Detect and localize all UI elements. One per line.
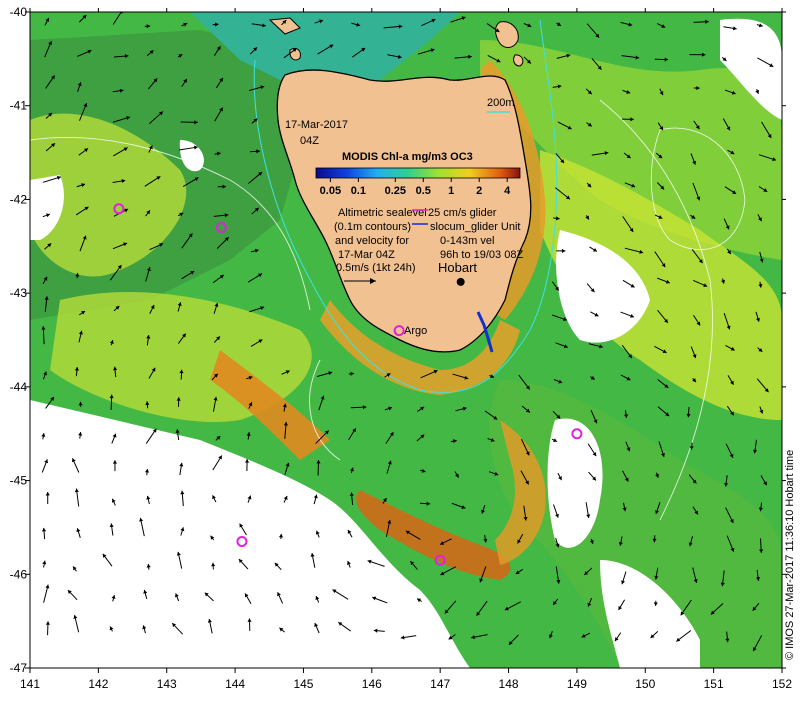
scale-label: 0.5m/s (1kt 24h) [336,262,415,274]
y-tick-label: -40 [10,5,28,19]
y-tick-label: -47 [10,661,28,675]
map-date: 17-Mar-2017 [285,119,348,131]
colorbar-tick-label: 2 [476,185,482,197]
colorbar-tick-label: 0.1 [351,185,366,197]
isobath-label: 200m [487,97,515,109]
x-tick-label: 143 [157,677,177,691]
legend-line: 17-Mar 04Z [338,249,395,261]
hobart-label: Hobart [438,260,477,275]
y-tick-label: -43 [10,286,28,300]
x-tick-label: 148 [499,677,519,691]
map-svg: 17-Mar-2017 04Z 200m MODIS Chl-a mg/m3 O… [0,0,800,700]
x-tick-label: 149 [567,677,587,691]
y-tick-label: -44 [10,380,28,394]
y-tick-label: -46 [10,567,28,581]
colorbar-tick-label: 1 [448,185,454,197]
legend-line: slocum_glider Unit [430,221,520,233]
colorbar-tick-label: 4 [504,185,511,197]
legend-line: Altimetric sealevel [338,207,427,219]
legend-line: and velocity for [335,235,409,247]
x-tick-label: 145 [293,677,313,691]
island-small [514,55,523,66]
colorbar-tick-label: 0.25 [385,185,406,197]
legend-line: 0-143m vel [440,235,494,247]
colorbar-tick-label: 0.05 [320,185,341,197]
x-tick-label: 146 [362,677,382,691]
credit-text: © IMOS 27-Mar-2017 11:36:10 Hobart time [784,450,796,660]
x-tick-label: 141 [20,677,40,691]
map-figure: 17-Mar-2017 04Z 200m MODIS Chl-a mg/m3 O… [0,0,800,700]
legend-line: (0.1m contours) [334,221,411,233]
legend-line: 25 cm/s glider [428,207,497,219]
chlorophyll-field [30,10,782,668]
x-tick-label: 150 [635,677,655,691]
x-tick-label: 151 [704,677,724,691]
colorbar-title: MODIS Chl-a mg/m3 OC3 [342,151,473,163]
x-tick-label: 142 [88,677,108,691]
x-tick-label: 144 [225,677,245,691]
y-tick-label: -41 [10,99,28,113]
colorbar-gradient [316,168,520,178]
argo-label: Argo [404,325,427,337]
x-tick-label: 152 [772,677,792,691]
colorbar-tick-label: 0.5 [416,185,431,197]
hobart-marker [457,278,465,286]
y-tick-label: -42 [10,192,28,206]
y-tick-label: -45 [10,474,28,488]
x-tick-label: 147 [430,677,450,691]
map-time: 04Z [300,135,319,147]
